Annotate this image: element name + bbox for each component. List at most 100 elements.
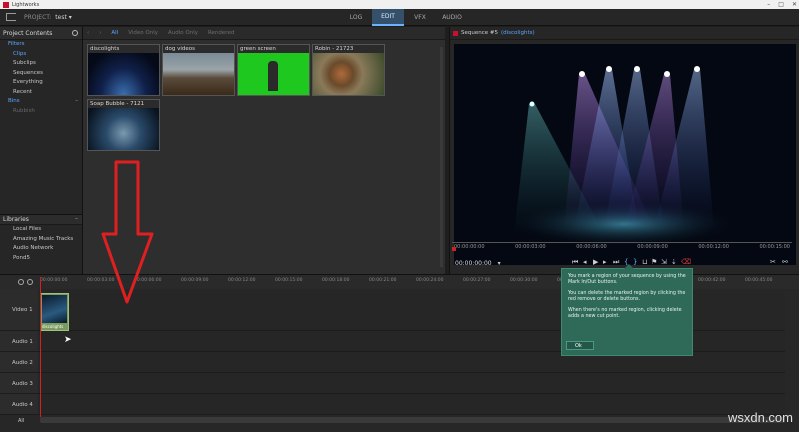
project-bracket-icon[interactable] — [6, 13, 16, 21]
clip-thumbnail[interactable]: dog videos — [162, 44, 235, 96]
clip-preview — [313, 53, 384, 95]
close-button[interactable]: ✕ — [792, 1, 797, 8]
ruler-tick: 00:00:09:00 — [181, 278, 209, 283]
filter-rendered[interactable]: Rendered — [208, 30, 234, 36]
clip-thumbnail[interactable]: discolights — [87, 44, 160, 96]
tab-vfx[interactable]: VFX — [404, 9, 436, 26]
step-back-icon[interactable]: ◂ — [583, 258, 589, 266]
search-icon[interactable] — [72, 30, 78, 36]
ruler-tick: 00:00:00:00 — [40, 278, 68, 283]
clear-marks-icon[interactable]: ⊔ — [642, 258, 648, 266]
maximize-button[interactable]: □ — [778, 1, 784, 8]
tree-item-subclips[interactable]: Subclips — [0, 59, 82, 69]
filter-all[interactable]: All — [111, 30, 118, 36]
filter-video-only[interactable]: Video Only — [128, 30, 158, 36]
timeline-clip[interactable]: discolights — [40, 293, 69, 331]
app-logo-icon — [3, 1, 9, 8]
viewer-ruler[interactable]: 00:00:00:00 00:00:03:00 00:00:06:00 00:0… — [452, 242, 792, 252]
filter-audio-only[interactable]: Audio Only — [168, 30, 198, 36]
timecode-menu-icon[interactable]: ▾ — [498, 260, 501, 267]
insert-icon[interactable]: ⇲ — [661, 258, 667, 266]
viewer-title: Sequence #5 — [461, 30, 498, 36]
vertical-scrollbar[interactable] — [440, 47, 443, 267]
ruler-tick: 00:00:12:00 — [698, 244, 729, 250]
go-to-end-icon[interactable]: ⏭ — [613, 258, 619, 266]
step-forward-icon[interactable]: ▸ — [603, 258, 609, 266]
tree-item-recent[interactable]: Recent — [0, 88, 82, 98]
panel-title: Project Contents — [3, 29, 53, 37]
clip-thumbnail[interactable]: Soap Bubble - 7121 — [87, 99, 160, 151]
link-icon[interactable]: ⚯ — [782, 258, 788, 266]
track-lane-audio-4[interactable] — [38, 394, 785, 415]
project-name-dropdown[interactable]: test ▾ — [55, 14, 71, 21]
track-header-audio-2[interactable]: Audio 2 — [0, 352, 38, 373]
tools-icon[interactable]: ✂ — [770, 258, 776, 266]
delete-icon[interactable]: ⌫ — [681, 258, 691, 266]
library-item-audio-network[interactable]: Audio Network — [0, 244, 82, 254]
tree-item-sequences[interactable]: Sequences — [0, 69, 82, 79]
libraries-title: Libraries — [3, 216, 29, 223]
tooltip-text: When there's no marked region, clicking … — [568, 308, 682, 319]
ruler-tick: 00:00:15:00 — [759, 244, 790, 250]
tab-edit[interactable]: EDIT — [372, 9, 404, 26]
clip-preview — [163, 53, 234, 95]
ruler-tick: 00:00:42:00 — [698, 278, 726, 283]
viewer-playhead-marker — [452, 247, 456, 251]
app-root: Lightworks – □ ✕ PROJECT: test ▾ LOG EDI… — [0, 0, 799, 432]
clip-label: discolights — [42, 324, 64, 329]
clip-thumbnail-image — [42, 295, 67, 323]
nav-back-button[interactable]: ‹ — [87, 30, 89, 36]
library-item-local-files[interactable]: Local Files — [0, 225, 82, 235]
timecode-display[interactable]: 00:00:00:00 — [455, 260, 492, 267]
flag-icon[interactable]: ⚑ — [651, 258, 657, 266]
window-controls: – □ ✕ — [767, 0, 797, 9]
clip-name: Robin - 21723 — [313, 45, 384, 53]
tab-log[interactable]: LOG — [340, 9, 372, 26]
track-header-audio-3[interactable]: Audio 3 — [0, 373, 38, 394]
zoom-in-icon[interactable] — [18, 279, 24, 285]
playhead[interactable] — [40, 277, 41, 417]
sequence-name: (discolights) — [501, 30, 535, 36]
track-header-video-1[interactable]: Video 1 — [0, 289, 38, 331]
library-item-pond5[interactable]: Pond5 — [0, 254, 82, 264]
tree-item-bins[interactable]: Bins – — [0, 97, 82, 107]
tree-item-filters[interactable]: Filters — [0, 40, 82, 50]
nav-forward-button[interactable]: › — [99, 30, 101, 36]
ruler-tick: 00:00:21:00 — [369, 278, 397, 283]
tooltip-pointer — [624, 264, 634, 269]
ruler-tick: 00:00:15:00 — [275, 278, 303, 283]
clip-name: Soap Bubble - 7121 — [88, 100, 159, 108]
mark-region-tooltip: You mark a region of your sequence by us… — [561, 264, 693, 356]
tree-item-clips[interactable]: Clips — [0, 50, 82, 60]
watermark: wsxdn.com — [727, 410, 793, 425]
tree-item-rubbish[interactable]: Rubbish — [0, 107, 82, 117]
mouse-cursor-icon: ➤ — [64, 335, 72, 345]
clip-preview — [88, 108, 159, 150]
tooltip-ok-button[interactable]: Ok — [566, 341, 594, 350]
minimize-button[interactable]: – — [767, 1, 770, 8]
ruler-tick: 00:00:18:00 — [322, 278, 350, 283]
tab-audio[interactable]: AUDIO — [436, 9, 468, 26]
ruler-tick: 00:00:00:00 — [454, 244, 485, 250]
clip-thumbnail[interactable]: green screen — [237, 44, 310, 96]
track-header-audio-4[interactable]: Audio 4 — [0, 394, 38, 415]
play-icon[interactable]: ▶ — [593, 258, 599, 266]
clip-preview — [238, 53, 309, 95]
tooltip-text: You can delete the marked region by clic… — [568, 291, 686, 302]
zoom-out-icon[interactable] — [27, 279, 33, 285]
library-item-amazing-music[interactable]: Amazing Music Tracks — [0, 235, 82, 245]
overwrite-icon[interactable]: ⇣ — [671, 258, 677, 266]
sequence-viewer: Sequence #5 (discolights) — [449, 27, 799, 274]
collapse-icon[interactable]: – — [75, 215, 78, 222]
track-header-audio-1[interactable]: Audio 1 — [0, 331, 38, 352]
track-lane-audio-3[interactable] — [38, 373, 785, 394]
horizontal-scrollbar[interactable] — [40, 417, 785, 423]
clip-thumbnail[interactable]: Robin - 21723 — [312, 44, 385, 96]
go-to-start-icon[interactable]: ⏮ — [572, 258, 578, 266]
workspace-tabs: LOG EDIT VFX AUDIO — [340, 9, 468, 26]
collapse-icon[interactable]: – — [75, 97, 78, 107]
project-label: PROJECT: — [24, 13, 52, 21]
video-preview[interactable] — [454, 44, 796, 265]
tree-item-everything[interactable]: Everything — [0, 78, 82, 88]
track-filter-all[interactable]: All — [18, 418, 24, 424]
